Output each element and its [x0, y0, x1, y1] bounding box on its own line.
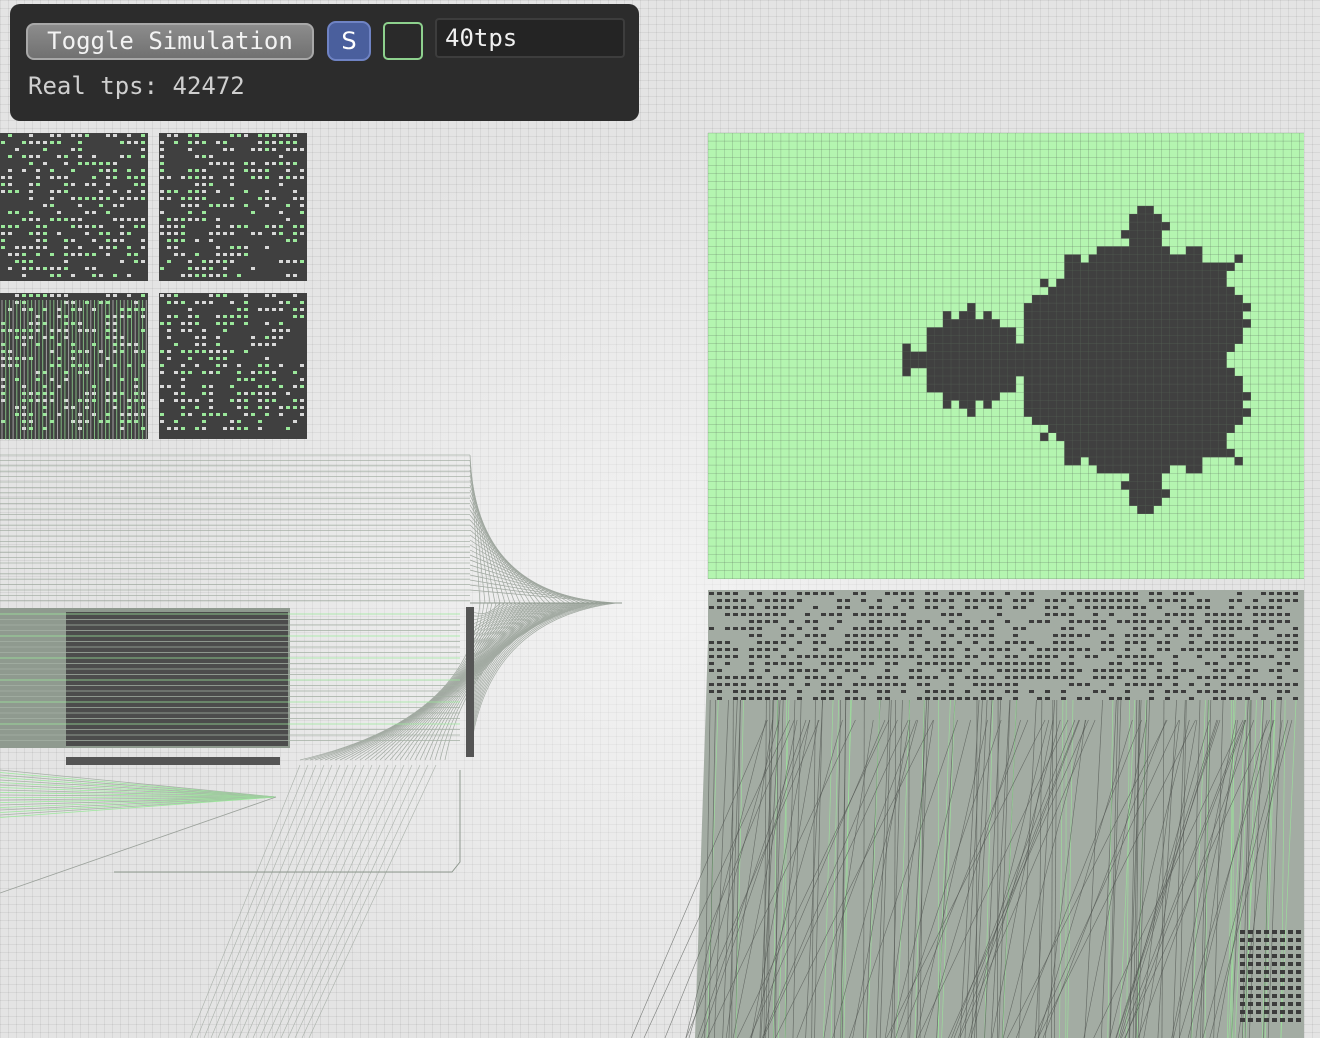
color-swatch-button[interactable] [383, 22, 423, 60]
real-tps-value: 42472 [172, 72, 245, 100]
mandelbrot-display [707, 132, 1304, 579]
real-tps-readout: Real tps: 42472 [28, 72, 245, 100]
tps-input[interactable] [435, 18, 625, 58]
chip-block-3 [0, 293, 148, 439]
register-block [0, 608, 461, 1038]
control-panel: Toggle Simulation S Real tps: 42472 [10, 4, 639, 121]
chip-block-2 [159, 133, 307, 281]
s-button[interactable]: S [327, 21, 371, 61]
chip-block-1 [0, 133, 148, 281]
real-tps-label: Real tps: [28, 72, 159, 100]
chip-block-4 [159, 293, 307, 439]
circuit-canvas[interactable] [0, 0, 1320, 1038]
logic-mesh [630, 590, 1304, 1038]
toggle-simulation-button[interactable]: Toggle Simulation [26, 23, 314, 60]
